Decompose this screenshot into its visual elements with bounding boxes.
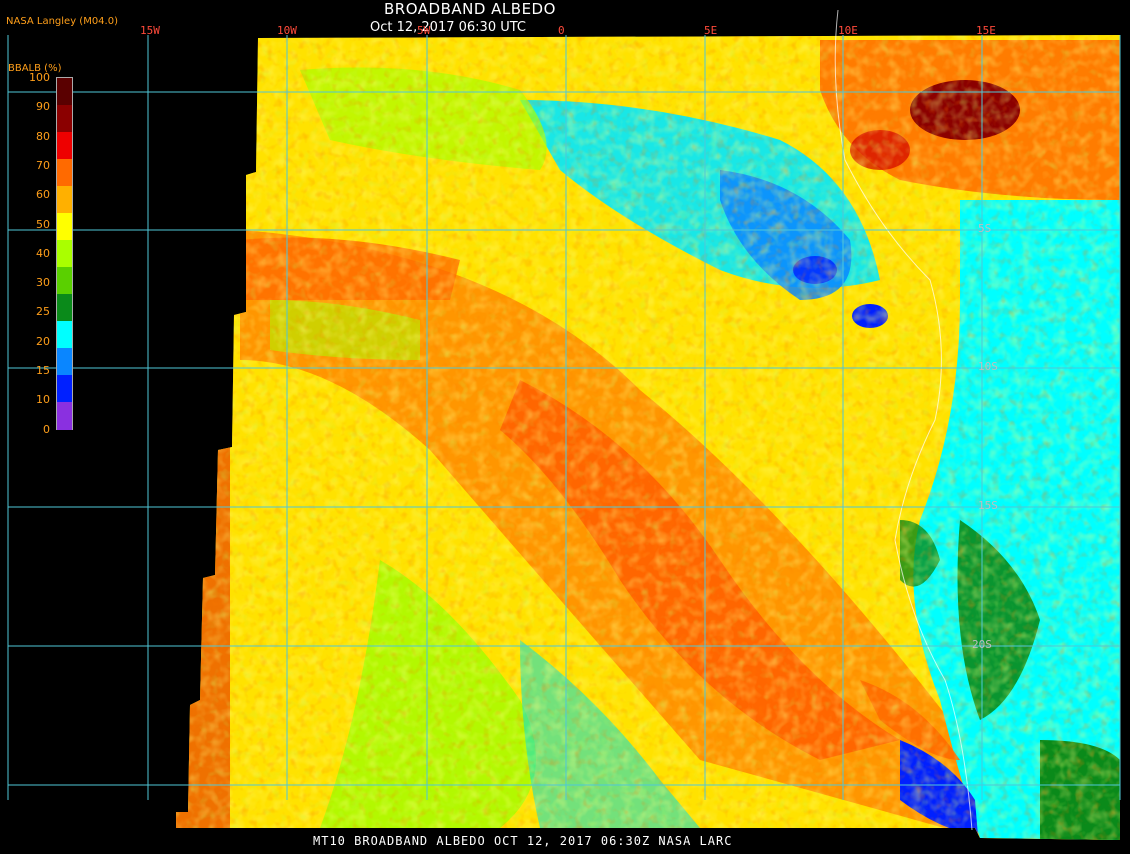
color-swatch — [57, 348, 72, 376]
legend-tick: 70 — [36, 158, 50, 172]
color-swatch — [57, 321, 72, 349]
color-swatch — [57, 132, 72, 160]
legend-tick: 20 — [36, 334, 50, 348]
albedo-field — [176, 35, 1120, 840]
lon-label-10e: 10E — [838, 24, 858, 37]
color-swatch — [57, 78, 72, 106]
lon-label-5w: 5W — [417, 24, 431, 37]
legend-tick: 0 — [43, 422, 50, 436]
color-swatch — [57, 294, 72, 322]
legend-tick: 10 — [36, 393, 50, 407]
legend-tick: 60 — [36, 188, 50, 202]
lon-label-0: 0 — [558, 24, 565, 37]
lat-label-20s: 20S — [972, 638, 992, 651]
legend-tick: 25 — [36, 305, 50, 319]
color-swatch — [57, 375, 72, 403]
lon-label-5e: 5E — [704, 24, 718, 37]
albedo-map — [0, 0, 1130, 850]
legend-tick: 30 — [36, 276, 50, 290]
lon-label-10w: 10W — [277, 24, 297, 37]
legend-tick: 90 — [36, 100, 50, 114]
lat-label-10s: 10S — [978, 360, 998, 373]
legend-tick: 15 — [36, 364, 50, 377]
lon-label-15w: 15W — [140, 24, 160, 37]
producer-label: NASA Langley (M04.0) — [6, 16, 118, 27]
lat-label-15s: 15S — [978, 499, 998, 512]
color-swatch — [57, 159, 72, 187]
footer-caption: MT10 BROADBAND ALBEDO OCT 12, 2017 06:30… — [313, 834, 733, 848]
albedo-map-svg — [7, 9, 1121, 840]
color-swatch — [57, 402, 72, 430]
lat-label-5s: 5S — [978, 222, 992, 235]
color-swatch — [57, 267, 72, 295]
map-title: BROADBAND ALBEDO — [384, 0, 556, 18]
legend-tick: 50 — [36, 217, 50, 231]
map-timestamp: Oct 12, 2017 06:30 UTC — [370, 20, 526, 35]
legend-tick: 40 — [36, 246, 50, 260]
color-swatch — [57, 186, 72, 214]
lon-label-15e: 15E — [976, 24, 996, 37]
color-swatch — [57, 240, 72, 268]
color-swatch — [57, 213, 72, 241]
legend-tick: 100 — [29, 71, 50, 84]
legend-tick: 80 — [36, 129, 50, 143]
color-bar — [56, 77, 73, 430]
color-swatch — [57, 105, 72, 133]
